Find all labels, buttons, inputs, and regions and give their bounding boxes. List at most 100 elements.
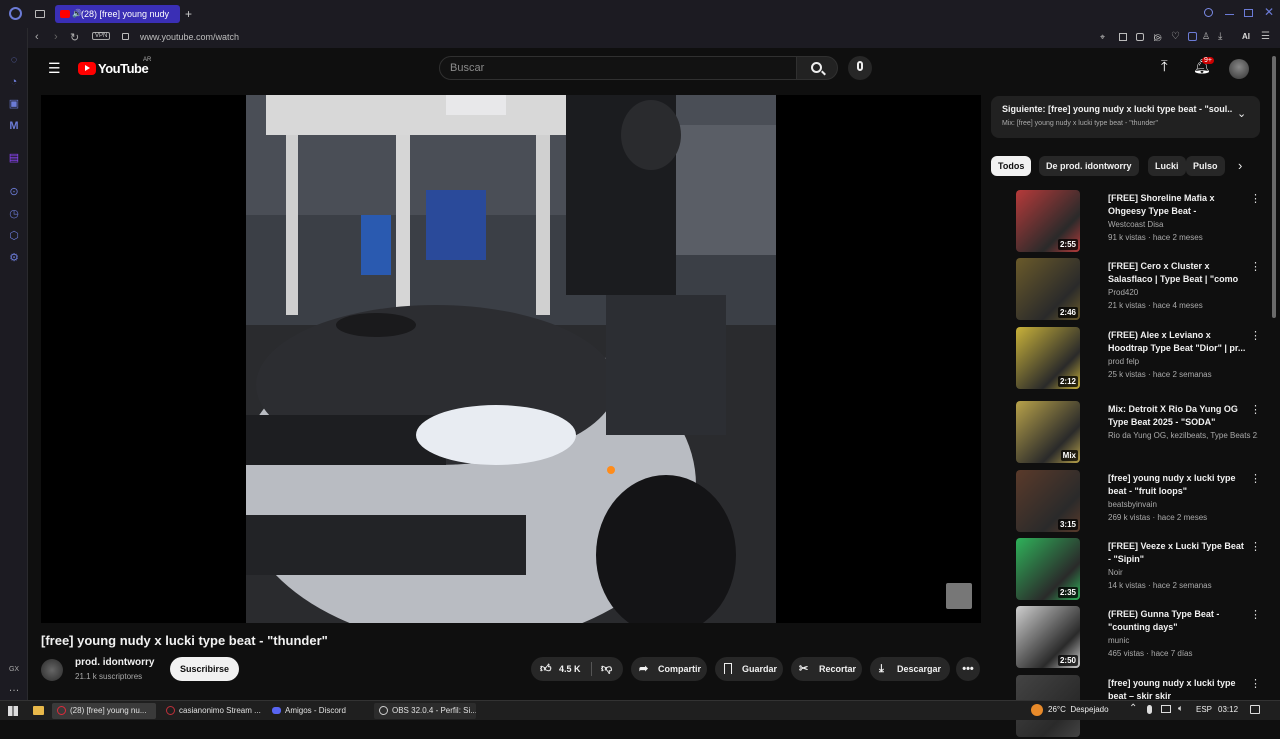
sidebar-twitch-icon[interactable]: ▤ [8, 152, 20, 164]
snapshot-icon[interactable] [1119, 33, 1127, 41]
more-vertical-icon[interactable]: ⋮ [1250, 472, 1261, 485]
file-explorer-icon[interactable] [33, 706, 44, 715]
sidebar-extensions-icon[interactable]: ⬡ [8, 230, 20, 242]
recommendation-item[interactable]: 2:12 (FREE) Alee x Leviano x Hoodtrap Typ… [991, 327, 1261, 391]
more-actions-button[interactable]: ••• [956, 657, 980, 681]
clock[interactable]: 03:12 [1218, 705, 1238, 714]
hamburger-menu-icon[interactable]: ☰ [48, 60, 61, 77]
download-button[interactable]: ⤓ Descargar [870, 657, 950, 681]
mini-thumbnail[interactable] [946, 583, 972, 609]
url-text[interactable]: www.youtube.com/watch [140, 32, 239, 42]
subscribe-button[interactable]: Suscribirse [170, 657, 240, 681]
recommendation-channel[interactable]: munic [1108, 636, 1258, 645]
close-window-icon[interactable]: ✕ [1264, 5, 1274, 19]
tray-chevron-icon[interactable]: ⌃ [1129, 703, 1137, 714]
chip-todos[interactable]: Todos [991, 156, 1032, 176]
voice-search-button[interactable] [848, 56, 872, 80]
chevron-down-icon[interactable]: ⌄ [1237, 107, 1246, 120]
youtube-logo-icon[interactable] [78, 62, 96, 75]
more-vertical-icon[interactable]: ⋮ [1250, 260, 1261, 273]
recommendation-channel[interactable]: prod felp [1108, 357, 1258, 366]
recommendation-thumbnail[interactable]: 2:12 [1016, 327, 1080, 389]
sidebar-aria-icon[interactable]: ◌ [8, 54, 20, 66]
page-scrollbar[interactable] [1272, 56, 1276, 318]
tab-manager-icon[interactable] [35, 10, 45, 18]
recommendation-title[interactable]: Mix: Detroit X Rio Da Yung OG Type Beat … [1108, 403, 1248, 429]
vpn-badge[interactable]: VPN [92, 32, 111, 40]
chip-lucki[interactable]: Lucki [1148, 156, 1186, 176]
channel-avatar[interactable] [41, 659, 63, 681]
recommendation-thumbnail[interactable]: 3:15 [1016, 470, 1080, 532]
play-icon[interactable]: ▷ [1154, 32, 1161, 43]
more-vertical-icon[interactable]: ⋮ [1250, 540, 1261, 553]
network-icon[interactable] [1161, 705, 1171, 713]
taskbar-item-opera[interactable]: (28) [free] young nu... [52, 703, 156, 719]
recommendation-thumbnail[interactable]: Mix [1016, 401, 1080, 463]
weather-icon[interactable] [1031, 704, 1043, 716]
more-vertical-icon[interactable]: ⋮ [1250, 608, 1261, 621]
youtube-logo-text[interactable]: YouTube [98, 61, 149, 76]
chips-next-icon[interactable]: › [1238, 158, 1242, 173]
pin-icon[interactable]: ⌖ [1100, 32, 1105, 43]
sidebar-m-icon[interactable]: M [8, 120, 20, 132]
account-icon[interactable]: ♙ [1202, 31, 1210, 42]
channel-name[interactable]: prod. idontworry [75, 657, 154, 668]
recommendation-item[interactable]: 2:50 (FREE) Gunna Type Beat - "counting d… [991, 606, 1261, 670]
playlist-next-box[interactable]: Siguiente: [free] young nudy x lucki typ… [991, 96, 1260, 138]
opera-menu-icon[interactable] [9, 7, 22, 20]
more-vertical-icon[interactable]: ⋮ [1250, 329, 1261, 342]
recommendation-item[interactable]: Mix Mix: Detroit X Rio Da Yung OG Type Be… [991, 401, 1261, 465]
maximize-icon[interactable] [1244, 9, 1253, 17]
sidebar-messenger-icon[interactable]: ▣ [8, 98, 20, 110]
recommendation-item[interactable]: 2:55 [FREE] Shoreline Mafia x Ohgeesy Typ… [991, 190, 1261, 254]
recommendation-channel[interactable]: Noir [1108, 568, 1258, 577]
tab-youtube[interactable]: 🔊 (28) [free] young nudy [55, 5, 180, 23]
recommendation-channel[interactable]: beatsbyinvain [1108, 500, 1258, 509]
back-icon[interactable]: ‹ [35, 31, 39, 43]
avatar[interactable] [1229, 59, 1249, 79]
mic-tray-icon[interactable] [1147, 705, 1152, 714]
recommendation-title[interactable]: [FREE] Shoreline Mafia x Ohgeesy Type Be… [1108, 192, 1248, 218]
recommendation-title[interactable]: [free] young nudy x lucki type beat - "f… [1108, 472, 1248, 498]
sidebar-history-icon[interactable]: ◷ [8, 208, 20, 220]
chip-pulso[interactable]: Pulso [1186, 156, 1225, 176]
reload-icon[interactable]: ↻ [70, 31, 79, 44]
like-icon[interactable]: 👍︎ [540, 657, 552, 681]
recommendation-item[interactable]: 2:35 [FREE] Veeze x Lucki Type Beat - "Si… [991, 538, 1261, 602]
volume-icon[interactable]: 🔈︎ [1178, 703, 1183, 714]
recommendation-item[interactable]: 3:15 [free] young nudy x lucki type beat … [991, 470, 1261, 534]
recommendation-title[interactable]: [FREE] Cero x Cluster x Salasflaco | Typ… [1108, 260, 1248, 286]
sidebar-settings-icon[interactable]: ⚙ [8, 252, 20, 264]
sidebar-chat-icon[interactable]: ◔ [8, 76, 20, 88]
chip-prod-idontworry[interactable]: De prod. idontworry [1039, 156, 1139, 176]
menu-lines-icon[interactable]: ☰ [1261, 31, 1270, 42]
windows-start-icon[interactable] [8, 706, 18, 716]
share-button[interactable]: ➦ Compartir [631, 657, 707, 681]
save-button[interactable]: Guardar [715, 657, 783, 681]
recommendation-thumbnail[interactable]: 2:46 [1016, 258, 1080, 320]
taskbar-item-discord[interactable]: Amigos - Discord [267, 703, 367, 719]
ai-button[interactable]: AI [1242, 32, 1250, 41]
sidebar-gx-icon[interactable]: GX [8, 664, 20, 676]
wallet-icon[interactable] [1188, 32, 1197, 41]
dislike-icon[interactable]: 👎︎ [601, 657, 612, 681]
upload-icon[interactable]: ⤒ [1161, 58, 1168, 75]
taskbar-item-obs[interactable]: OBS 32.0.4 - Perfil: Si... [374, 703, 476, 719]
search-tabs-icon[interactable] [1204, 8, 1213, 17]
minimize-icon[interactable] [1225, 14, 1234, 15]
sidebar-more-icon[interactable]: … [8, 682, 20, 694]
downloads-icon[interactable]: ⤓ [1218, 31, 1222, 42]
recommendation-title[interactable]: (FREE) Alee x Leviano x Hoodtrap Type Be… [1108, 329, 1248, 355]
adblock-icon[interactable] [1136, 33, 1144, 41]
recommendation-title[interactable]: (FREE) Gunna Type Beat - "counting days" [1108, 608, 1248, 634]
recommendation-item[interactable]: 2:46 [FREE] Cero x Cluster x Salasflaco |… [991, 258, 1261, 322]
more-vertical-icon[interactable]: ⋮ [1250, 677, 1261, 690]
recommendation-channel[interactable]: Prod420 [1108, 288, 1258, 297]
more-vertical-icon[interactable]: ⋮ [1250, 192, 1261, 205]
recommendation-channel[interactable]: Westcoast Disa [1108, 220, 1258, 229]
recommendation-title[interactable]: [FREE] Veeze x Lucki Type Beat - "Sipin" [1108, 540, 1248, 566]
like-count[interactable]: 4.5 K [559, 657, 581, 681]
weather-text[interactable]: 26°C Despejado [1048, 705, 1109, 714]
sidebar-player-icon[interactable]: ⊙ [8, 186, 20, 198]
heart-icon[interactable]: ♡ [1171, 31, 1180, 42]
